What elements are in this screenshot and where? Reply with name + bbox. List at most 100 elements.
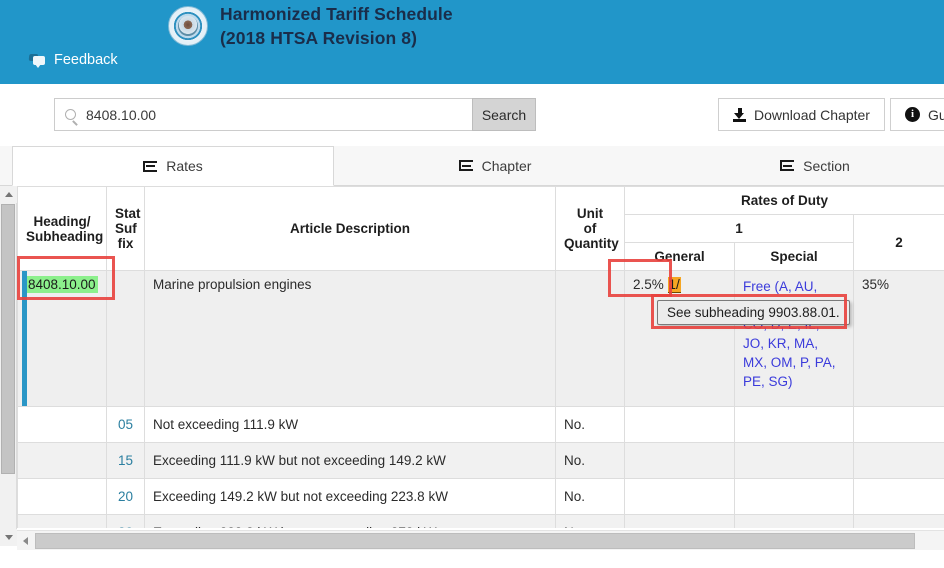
us-seal-icon [168, 6, 208, 46]
table-header-row-1: Heading/ Subheading Stat Suf fix Article… [17, 186, 944, 271]
cell-heading [17, 442, 107, 479]
heading-line2: Subheading [26, 228, 104, 244]
list-lines-icon [143, 160, 158, 172]
tab-section[interactable]: Section [700, 146, 930, 185]
search-button[interactable]: Search [472, 98, 536, 131]
download-chapter-label: Download Chapter [754, 106, 870, 123]
special-line-1[interactable]: Free (A, AU, [743, 279, 817, 294]
horizontal-scroll-thumb[interactable] [35, 533, 915, 549]
cell-unit [555, 270, 625, 407]
search-group: Search [54, 98, 536, 131]
tariff-table-wrap: Heading/ Subheading Stat Suf fix Article… [17, 186, 944, 528]
cell-general-rate [624, 442, 735, 479]
guide-button[interactable]: i Guid [890, 98, 944, 131]
special-line-6[interactable]: PE, SG) [743, 374, 793, 389]
tab-rates[interactable]: Rates [12, 146, 334, 186]
banner-title-group: Harmonized Tariff Schedule (2018 HTSA Re… [168, 0, 453, 50]
download-chapter-button[interactable]: Download Chapter [718, 98, 885, 131]
tariff-table: Heading/ Subheading Stat Suf fix Article… [17, 186, 944, 528]
cell-special-rate [734, 442, 854, 479]
feedback-label: Feedback [54, 52, 118, 68]
general-rate-value: 2.5% [633, 277, 664, 292]
cell-special-rate [734, 406, 854, 443]
heading-line1: Heading/ [33, 213, 91, 229]
col-header-duty-col-1: 1 [624, 214, 854, 243]
cell-special-rate: Free (A, AU, BH, CA, CL, CO, D, E, IL, J… [734, 270, 854, 407]
subheading-tooltip: See subheading 9903.88.01. [657, 300, 850, 325]
cell-general-rate [624, 406, 735, 443]
cell-stat-suffix[interactable]: 20 [106, 478, 145, 515]
app-banner: Harmonized Tariff Schedule (2018 HTSA Re… [0, 0, 944, 84]
cell-description: Exceeding 111.9 kW but not exceeding 149… [144, 442, 556, 479]
search-input[interactable] [84, 105, 462, 124]
cell-stat-suffix[interactable]: 30 [106, 514, 145, 528]
page-title-line1: Harmonized Tariff Schedule [220, 4, 453, 24]
stat-line3: fix [117, 236, 134, 251]
tab-chapter[interactable]: Chapter [380, 146, 610, 185]
download-icon [733, 107, 746, 122]
page-title: Harmonized Tariff Schedule (2018 HTSA Re… [220, 2, 453, 50]
caret-down-icon [4, 535, 13, 540]
cell-stat-suffix[interactable]: 15 [106, 442, 145, 479]
unit-line3: Quantity [564, 236, 619, 251]
page-title-line2: (2018 HTSA Revision 8) [220, 28, 418, 48]
speech-bubble-icon [28, 53, 46, 68]
cell-special-rate [734, 514, 854, 528]
cell-heading[interactable]: 8408.10.00 [17, 270, 107, 407]
info-icon: i [905, 107, 920, 122]
cell-col2-rate [853, 514, 944, 528]
caret-up-icon [4, 192, 13, 197]
cell-unit: No. [555, 514, 625, 528]
horizontal-scrollbar[interactable] [17, 530, 944, 550]
table-row[interactable]: 20 Exceeding 149.2 kW but not exceeding … [17, 478, 944, 515]
col-header-article-description: Article Description [144, 186, 556, 271]
search-icon [65, 109, 76, 120]
cell-special-rate [734, 478, 854, 515]
col-header-duty-col-2: 2 [853, 214, 944, 271]
cell-unit: No. [555, 478, 625, 515]
cell-general-rate [624, 514, 735, 528]
col-header-heading-subheading: Heading/ Subheading [17, 186, 107, 271]
table-row[interactable]: 30 Exceeding 223.8 kW but not exceeding … [17, 514, 944, 528]
list-lines-icon [780, 160, 795, 171]
vertical-scrollbar[interactable] [0, 186, 17, 546]
col-header-stat-suffix: Stat Suf fix [106, 186, 145, 271]
special-line-5[interactable]: MX, OM, P, PA, [743, 355, 836, 370]
caret-left-icon [23, 537, 28, 545]
stat-line2: Suf [115, 221, 137, 236]
cell-col2-rate [853, 478, 944, 515]
cell-general-rate [624, 478, 735, 515]
tab-section-label: Section [803, 157, 850, 174]
scroll-down-button[interactable] [0, 529, 17, 546]
cell-description: Marine propulsion engines [144, 270, 556, 407]
table-row[interactable]: 15 Exceeding 111.9 kW but not exceeding … [17, 442, 944, 479]
unit-line2: of [583, 221, 597, 236]
cell-description: Not exceeding 111.9 kW [144, 406, 556, 443]
col-header-unit-of-quantity: Unit of Quantity [555, 186, 625, 271]
tab-rates-label: Rates [166, 158, 203, 174]
scroll-up-button[interactable] [0, 186, 17, 203]
cell-description: Exceeding 223.8 kW but not exceeding 373… [144, 514, 556, 528]
tab-chapter-label: Chapter [481, 157, 532, 174]
list-lines-icon [458, 160, 473, 171]
search-toolbar: Search Download Chapter i Guid [0, 84, 944, 146]
tariff-scroll-frame: Heading/ Subheading Stat Suf fix Article… [0, 186, 944, 568]
cell-col2-rate: 35% [853, 270, 944, 407]
guide-label: Guid [928, 106, 944, 123]
cell-unit: No. [555, 406, 625, 443]
search-input-wrap[interactable] [54, 98, 472, 131]
special-line-4[interactable]: JO, KR, MA, [743, 336, 818, 351]
cell-stat-suffix [106, 270, 145, 407]
cell-unit: No. [555, 442, 625, 479]
cell-general-rate[interactable]: 2.5% 1/ [624, 270, 735, 407]
row-marker-bar [22, 271, 27, 406]
feedback-link[interactable]: Feedback [28, 52, 118, 68]
cell-stat-suffix[interactable]: 05 [106, 406, 145, 443]
table-row[interactable]: 8408.10.00 Marine propulsion engines 2.5… [17, 270, 944, 407]
cell-heading [17, 478, 107, 515]
scroll-left-button[interactable] [19, 534, 32, 548]
vertical-scroll-thumb[interactable] [1, 204, 15, 474]
heading-code-highlighted: 8408.10.00 [26, 276, 98, 293]
general-rate-footnote[interactable]: 1/ [667, 277, 681, 293]
table-row[interactable]: 05 Not exceeding 111.9 kW No. [17, 406, 944, 443]
